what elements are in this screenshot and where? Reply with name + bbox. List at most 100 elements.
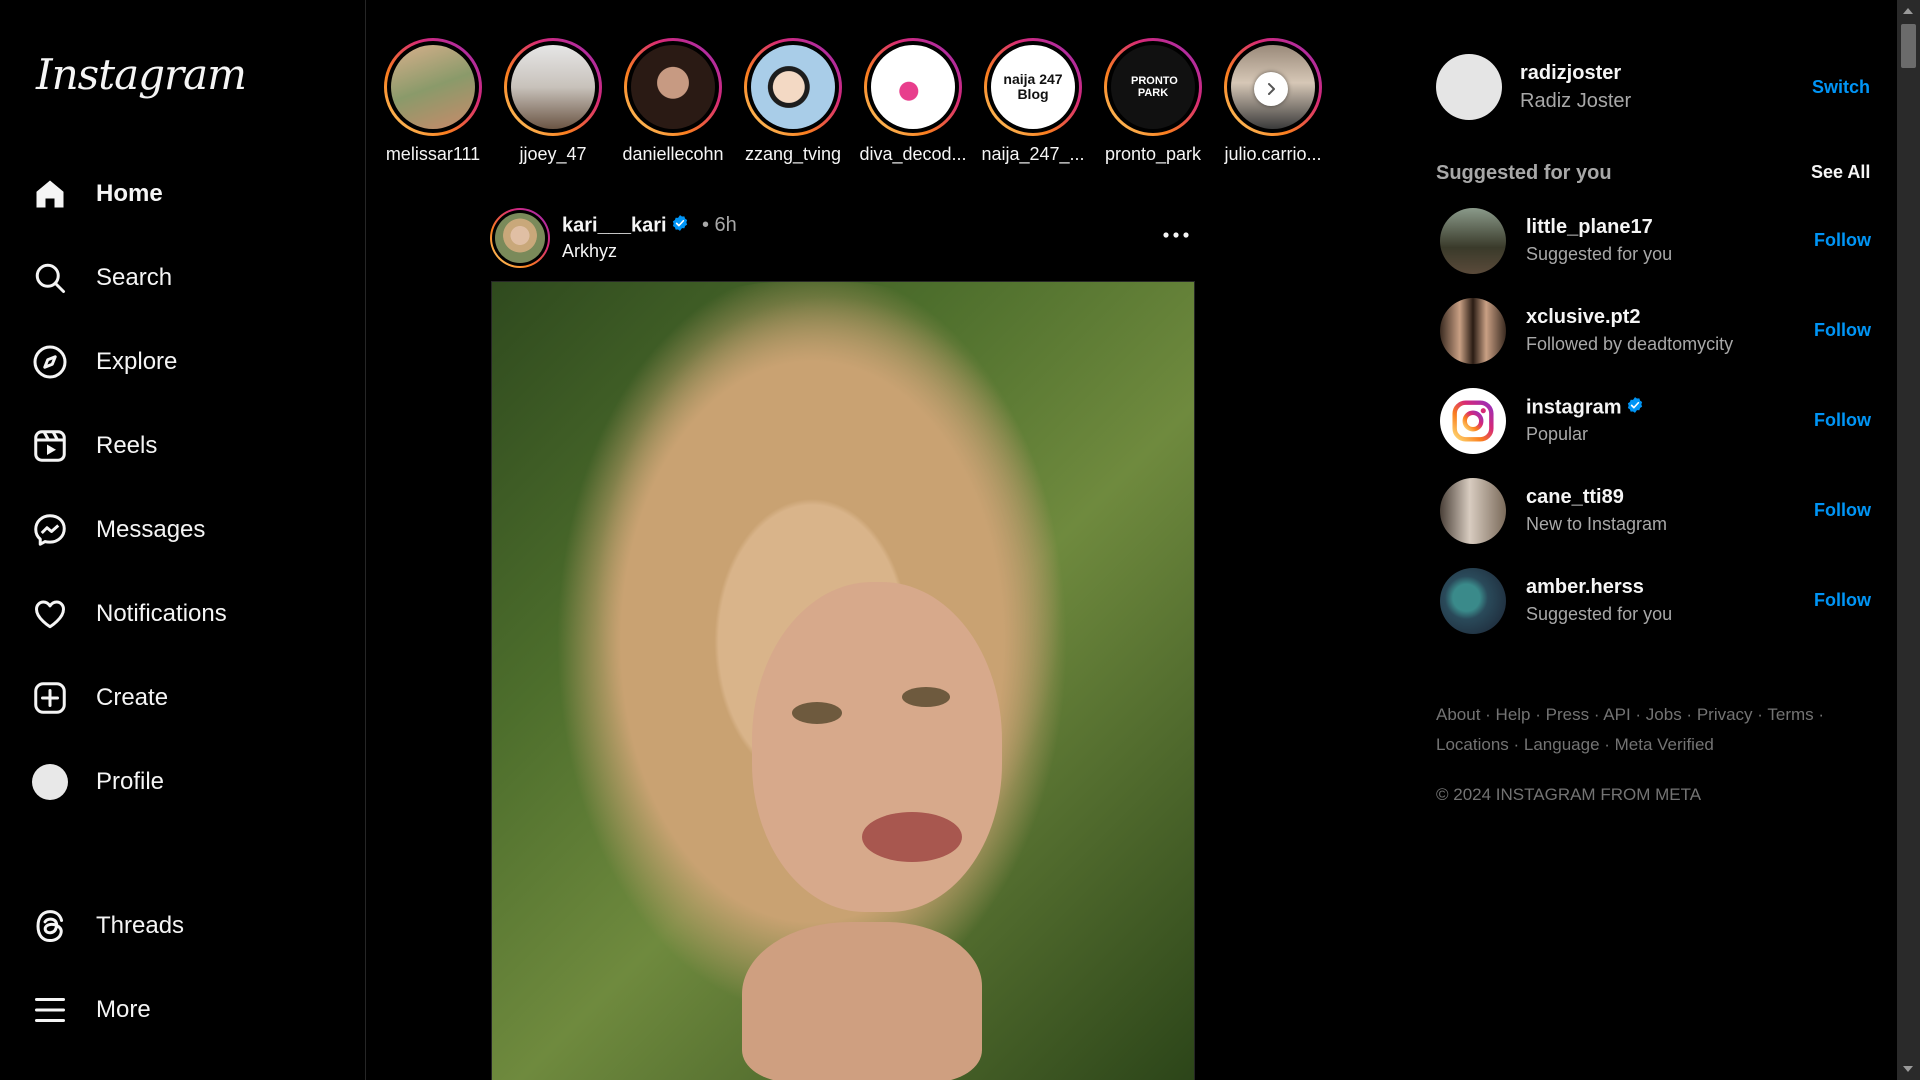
story-username: naija_247_... [981,144,1085,164]
post-header: kari___kari • 6h Arkhyz [490,208,1196,268]
scroll-down-arrow-icon[interactable] [1903,1066,1913,1072]
story-avatar [511,45,595,129]
nav-notifications[interactable]: Notifications [30,584,350,644]
story-item[interactable]: melissar111 [378,38,488,165]
suggestion-avatar[interactable] [1440,298,1506,364]
more-horizontal-icon [1163,232,1189,238]
verified-badge-icon [671,214,689,238]
plus-square-icon [30,678,70,718]
story-avatar [631,45,715,129]
verified-badge-icon [1626,396,1644,420]
suggestion-reason: Suggested for you [1526,604,1673,624]
nav-profile[interactable]: Profile [30,752,350,812]
nav-reels[interactable]: Reels [30,416,350,476]
nav-more[interactable]: More [30,980,350,1040]
stories-tray: melissar111 jjoey_47 daniellecohn zzang_… [374,38,1322,168]
footer-link-api[interactable]: API [1603,705,1630,724]
footer-link-privacy[interactable]: Privacy [1697,705,1753,724]
compass-icon [30,342,70,382]
switch-account-button[interactable]: Switch [1812,77,1870,98]
nav-reels-label: Reels [96,432,158,459]
footer-link-about[interactable]: About [1436,705,1480,724]
story-avatar [391,45,475,129]
nav-explore[interactable]: Explore [30,332,350,392]
follow-button[interactable]: Follow [1814,500,1871,521]
suggestion-reason: New to Instagram [1526,514,1668,534]
story-username: daniellecohn [622,144,724,164]
story-item[interactable]: zzang_tving [738,38,848,165]
see-all-button[interactable]: See All [1811,162,1870,183]
nav-messages-label: Messages [96,516,206,543]
footer-links: About · Help · Press · API · Jobs · Priv… [1436,705,1825,754]
nav-search[interactable]: Search [30,248,350,308]
suggestion-reason: Popular [1526,424,1589,444]
story-item[interactable]: diva_decod... [858,38,968,165]
scroll-up-arrow-icon[interactable] [1903,8,1913,14]
post-avatar[interactable] [490,208,550,268]
suggestion-avatar[interactable] [1440,208,1506,274]
nav-home-label: Home [96,180,163,207]
messenger-icon [30,510,70,550]
follow-button[interactable]: Follow [1814,410,1871,431]
suggestion-item: little_plane17 Suggested for you Follow [1440,208,1871,276]
suggestion-username[interactable]: instagram [1526,396,1622,418]
story-avatar-text: PRONTO PARK [1131,74,1178,99]
story-item[interactable]: naija 247 Blog naija_247_... [978,38,1088,165]
story-item[interactable]: daniellecohn [618,38,728,165]
follow-button[interactable]: Follow [1814,320,1871,341]
nav-explore-label: Explore [96,348,178,375]
story-avatar [751,45,835,129]
footer-link-meta-verified[interactable]: Meta Verified [1615,735,1714,754]
nav-notifications-label: Notifications [96,600,227,627]
page-scrollbar[interactable] [1897,0,1920,1080]
footer-link-jobs[interactable]: Jobs [1646,705,1682,724]
home-icon [30,174,70,214]
instagram-logo[interactable]: Instagram [36,50,247,99]
suggestion-avatar[interactable] [1440,568,1506,634]
story-username: julio.carrio... [1224,144,1322,164]
post-location[interactable]: Arkhyz [562,241,617,262]
nav-create-label: Create [96,684,169,711]
story-username: melissar111 [385,144,481,164]
current-user-username[interactable]: radizjoster [1520,62,1621,85]
suggestion-avatar[interactable] [1440,478,1506,544]
stories-next-button[interactable] [1254,72,1288,106]
nav-more-label: More [96,996,151,1023]
nav-messages[interactable]: Messages [30,500,350,560]
suggestion-username[interactable]: amber.herss [1526,576,1644,599]
follow-button[interactable]: Follow [1814,590,1871,611]
post-options-button[interactable] [1156,220,1196,250]
follow-button[interactable]: Follow [1814,230,1871,251]
nav-profile-label: Profile [96,768,165,795]
suggestion-item: cane_tti89 New to Instagram Follow [1440,478,1871,546]
instagram-logo-icon[interactable] [1440,388,1506,454]
footer-link-help[interactable]: Help [1496,705,1531,724]
story-avatar-text: naija 247 Blog [1003,70,1063,102]
search-icon [30,258,70,298]
suggestion-item: amber.herss Suggested for you Follow [1440,568,1871,636]
story-avatar: naija 247 Blog [991,45,1075,129]
menu-icon [30,990,70,1030]
nav-home[interactable]: Home [30,164,350,224]
story-avatar: PRONTO PARK [1111,45,1195,129]
scroll-thumb[interactable] [1901,24,1916,68]
post-username[interactable]: kari___kari [562,214,667,236]
nav-threads[interactable]: Threads [30,896,350,956]
footer-link-press[interactable]: Press [1546,705,1589,724]
footer-link-locations[interactable]: Locations [1436,735,1509,754]
story-item[interactable]: jjoey_47 [498,38,608,165]
story-username: zzang_tving [744,144,842,164]
suggestion-username-row: instagram [1526,396,1644,420]
suggestion-reason: Followed by deadtomycity [1526,334,1734,354]
suggestion-username[interactable]: cane_tti89 [1526,486,1624,509]
suggestion-username[interactable]: little_plane17 [1526,216,1653,239]
story-item[interactable]: PRONTO PARK pronto_park [1098,38,1208,165]
post-image[interactable] [491,281,1195,1080]
threads-icon [30,906,70,946]
current-user-avatar[interactable] [1436,54,1502,120]
suggestion-username[interactable]: xclusive.pt2 [1526,306,1641,329]
footer-link-terms[interactable]: Terms [1767,705,1813,724]
suggestion-reason: Suggested for you [1526,244,1673,264]
nav-create[interactable]: Create [30,668,350,728]
footer-link-language[interactable]: Language [1524,735,1600,754]
